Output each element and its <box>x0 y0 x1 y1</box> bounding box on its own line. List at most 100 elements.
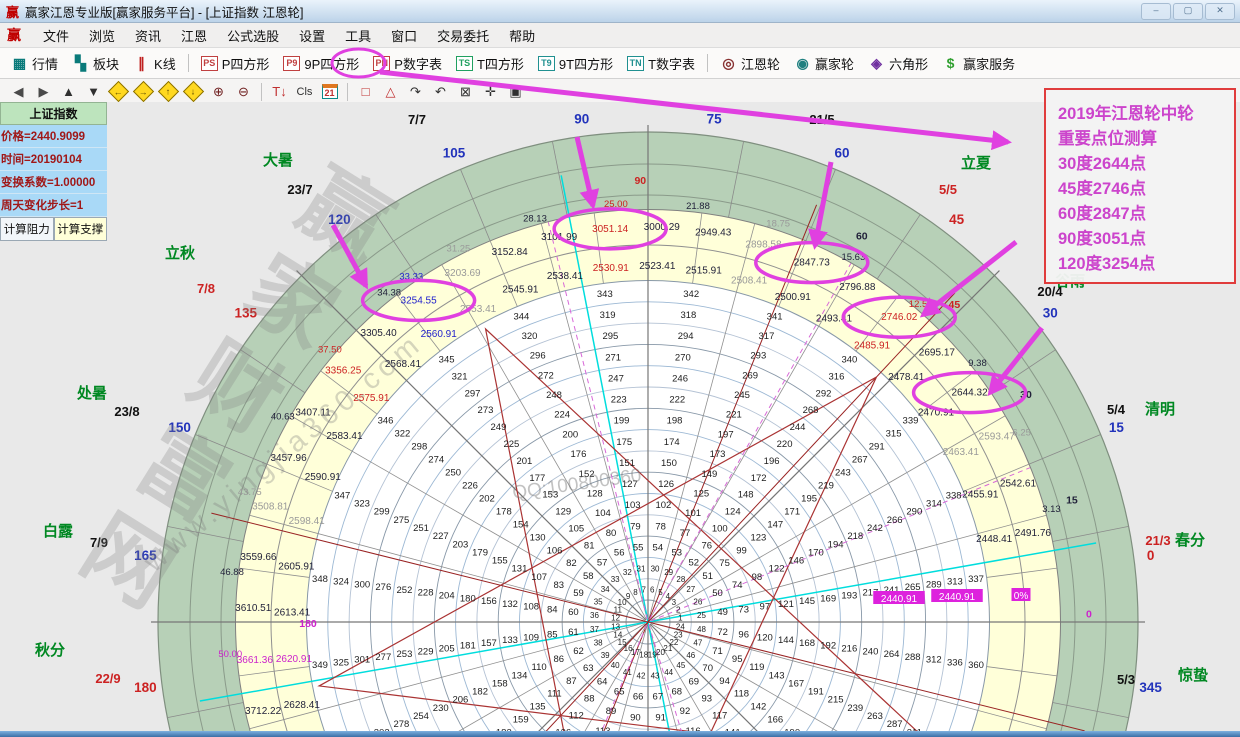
svg-text:86: 86 <box>554 654 565 665</box>
toolbar-button-hexagon[interactable]: ◈六角形 <box>861 51 935 76</box>
svg-text:226: 226 <box>462 480 478 491</box>
svg-text:60: 60 <box>568 607 579 618</box>
draw-tool-step-up-icon[interactable]: ▲ <box>57 82 80 102</box>
draw-tool-pan-right-icon[interactable]: → <box>132 82 155 102</box>
minimize-button[interactable]: ‒ <box>1141 3 1171 20</box>
svg-text:150: 150 <box>168 420 191 435</box>
svg-text:94: 94 <box>719 676 730 687</box>
svg-text:315: 315 <box>886 429 902 440</box>
toolbar-button-t-square[interactable]: TST四方形 <box>449 51 531 76</box>
svg-text:222: 222 <box>669 395 685 406</box>
toolbar-button-p-number-table[interactable]: PNP数字表 <box>366 51 449 76</box>
menu-item-tools[interactable]: 工具 <box>335 23 381 48</box>
svg-text:29: 29 <box>664 568 673 577</box>
toolbar-button-9t-square[interactable]: T99T四方形 <box>531 51 620 76</box>
hexagon-icon: ◈ <box>868 56 885 71</box>
draw-tool-screen-icon[interactable]: ▣ <box>504 82 527 102</box>
svg-text:198: 198 <box>667 416 683 427</box>
svg-text:104: 104 <box>595 508 611 519</box>
toolbar-button-market-quotes[interactable]: ▦行情 <box>4 51 65 76</box>
menu-item-settings[interactable]: 设置 <box>289 23 335 48</box>
svg-text:254: 254 <box>413 711 429 722</box>
menu-item-window[interactable]: 窗口 <box>381 23 427 48</box>
menu-item-gann[interactable]: 江恩 <box>171 23 217 48</box>
draw-tool-center-cross-icon[interactable]: ✛ <box>479 82 502 102</box>
menu-item-trade[interactable]: 交易委托 <box>427 23 499 48</box>
svg-text:317: 317 <box>759 331 775 342</box>
svg-text:224: 224 <box>554 410 570 421</box>
toolbar-button-gann-wheel[interactable]: ◎江恩轮 <box>713 51 787 76</box>
svg-text:246: 246 <box>672 373 688 384</box>
toolbar-button-k-line[interactable]: ∥K线 <box>126 51 183 76</box>
svg-text:春分: 春分 <box>1175 531 1205 549</box>
draw-tool-t-down-icon[interactable]: T↓ <box>268 82 291 102</box>
svg-text:58: 58 <box>583 571 594 582</box>
svg-text:278: 278 <box>393 719 409 730</box>
svg-text:2545.91: 2545.91 <box>502 285 539 296</box>
svg-text:42: 42 <box>637 671 646 680</box>
svg-text:266: 266 <box>887 515 903 526</box>
draw-tool-pan-left-icon[interactable]: ← <box>107 82 130 102</box>
calc-support-button[interactable]: 计算支撑 <box>54 217 108 241</box>
svg-text:230: 230 <box>433 703 449 714</box>
svg-text:2796.88: 2796.88 <box>839 282 876 293</box>
draw-tool-delete-box-icon[interactable]: ⊠ <box>454 82 477 102</box>
svg-text:337: 337 <box>968 574 984 585</box>
menu-item-file[interactable]: 文件 <box>33 23 79 48</box>
toolbar-button-winner-wheel[interactable]: ◉赢家轮 <box>787 51 861 76</box>
toolbar-button-winner-service[interactable]: $赢家服务 <box>935 51 1022 76</box>
draw-tool-rotate-ccw-icon[interactable]: ↶ <box>429 82 452 102</box>
draw-tool-rect-tool-icon[interactable]: □ <box>354 82 377 102</box>
svg-text:206: 206 <box>452 695 468 706</box>
draw-tool-triangle-tool-icon[interactable]: △ <box>379 82 402 102</box>
calc-resistance-button[interactable]: 计算阻力 <box>0 217 54 241</box>
svg-text:193: 193 <box>841 590 857 601</box>
svg-text:220: 220 <box>777 439 793 450</box>
svg-text:171: 171 <box>784 506 800 517</box>
svg-text:318: 318 <box>680 310 696 321</box>
svg-text:239: 239 <box>847 703 863 714</box>
svg-text:40.63: 40.63 <box>271 412 295 423</box>
draw-tool-zoom-in-icon[interactable]: ⊕ <box>207 82 230 102</box>
draw-tool-pan-down-icon[interactable]: ↓ <box>182 82 205 102</box>
menu-item-formula-stock-pick[interactable]: 公式选股 <box>217 23 289 48</box>
annotation-line: 90度3051点 <box>1058 227 1234 252</box>
svg-text:225: 225 <box>503 439 519 450</box>
svg-text:342: 342 <box>683 289 699 300</box>
menu-item-help[interactable]: 帮助 <box>499 23 545 48</box>
info-row: 周天变化步长=1 <box>0 194 107 217</box>
draw-tool-calendar-icon[interactable]: 21 <box>318 82 341 102</box>
draw-tool-pan-up-icon[interactable]: ↑ <box>157 82 180 102</box>
svg-text:72: 72 <box>717 627 728 638</box>
svg-text:216: 216 <box>841 644 857 655</box>
menu-item-news[interactable]: 资讯 <box>125 23 171 48</box>
svg-text:121: 121 <box>778 599 794 610</box>
svg-text:240: 240 <box>863 646 879 657</box>
draw-tool-cls-icon[interactable]: Cls <box>293 82 316 102</box>
svg-text:194: 194 <box>828 539 844 550</box>
toolbar-button-t-number-table[interactable]: TNT数字表 <box>620 51 702 76</box>
draw-tool-step-down-icon[interactable]: ▼ <box>82 82 105 102</box>
maximize-button[interactable]: ▢ <box>1173 3 1203 20</box>
svg-text:360: 360 <box>968 660 984 671</box>
draw-tool-page-prev-icon[interactable]: ◀ <box>7 82 30 102</box>
toolbar-button-9p-square[interactable]: P99P四方形 <box>276 51 366 76</box>
menu-bar: 赢 文件浏览资讯江恩公式选股设置工具窗口交易委托帮助 <box>0 23 1240 48</box>
menu-item-browse[interactable]: 浏览 <box>79 23 125 48</box>
svg-text:178: 178 <box>496 506 512 517</box>
close-button[interactable]: ✕ <box>1205 3 1235 20</box>
svg-text:148: 148 <box>738 490 754 501</box>
svg-text:63: 63 <box>583 663 594 674</box>
svg-text:157: 157 <box>481 638 497 649</box>
svg-text:20/4: 20/4 <box>1037 284 1063 299</box>
svg-text:2590.91: 2590.91 <box>305 472 342 483</box>
svg-text:秋分: 秋分 <box>35 641 65 659</box>
draw-tool-rotate-cw-icon[interactable]: ↷ <box>404 82 427 102</box>
draw-tool-page-next-icon[interactable]: ▶ <box>32 82 55 102</box>
svg-text:7: 7 <box>642 586 647 595</box>
toolbar-button-sectors[interactable]: ▚板块 <box>65 51 126 76</box>
svg-text:5/5: 5/5 <box>939 182 957 197</box>
toolbar-button-p-square[interactable]: PSP四方形 <box>194 51 277 76</box>
main-toolbar: ▦行情▚板块∥K线 PSP四方形P99P四方形PNP数字表TST四方形T99T四方… <box>0 48 1240 79</box>
draw-tool-zoom-out-icon[interactable]: ⊖ <box>232 82 255 102</box>
